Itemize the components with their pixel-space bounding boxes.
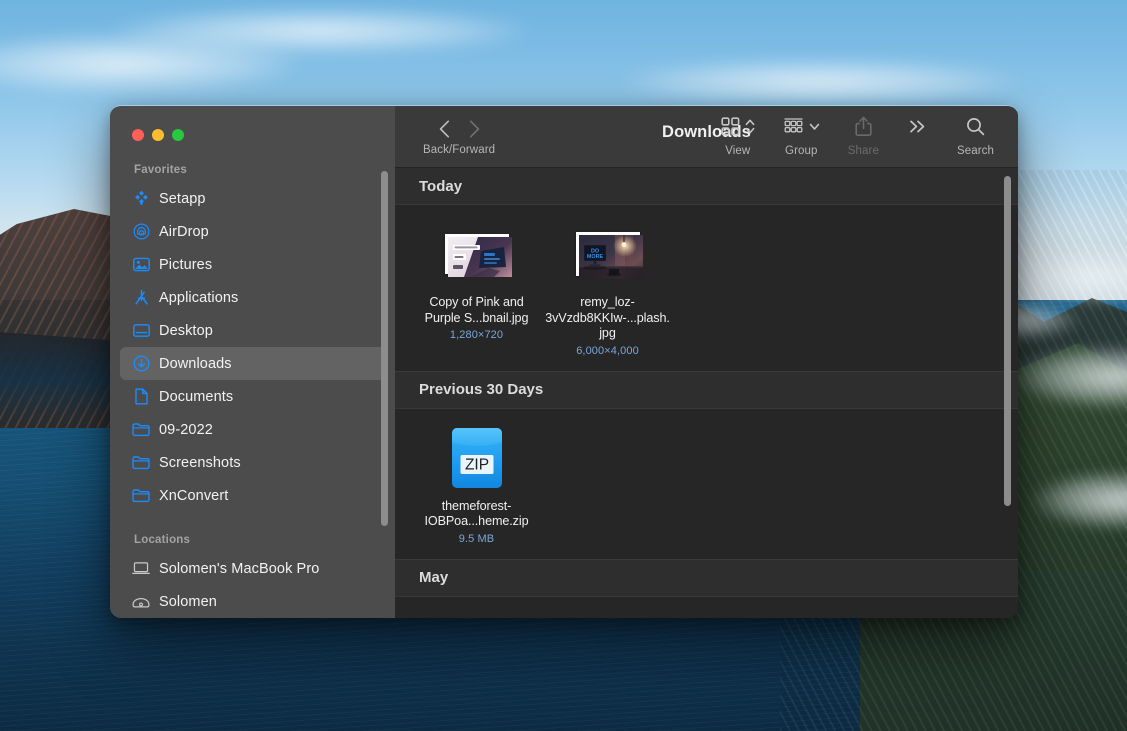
zip-icon: ZIP (451, 427, 502, 488)
file-browser-content[interactable]: Today Copy of Pink and Purple S...bnail.… (395, 168, 1018, 618)
more-toolbar-items-button[interactable] (893, 106, 943, 157)
file-thumbnail: DO MORE (575, 223, 643, 285)
sidebar-item-desktop[interactable]: Desktop (120, 314, 385, 347)
sidebar-group-title-locations: Locations (134, 534, 191, 546)
svg-text:ZIP: ZIP (464, 456, 488, 473)
sidebar-item-label: Solomen (159, 593, 217, 610)
folder-icon (132, 421, 150, 439)
svg-text:MORE: MORE (586, 254, 603, 260)
file-name: Copy of Pink and Purple S...bnail.jpg (424, 295, 529, 325)
search-icon[interactable] (966, 117, 985, 141)
content-scrollbar[interactable] (1004, 176, 1011, 506)
sidebar-item-solomen[interactable]: Solomen (120, 585, 385, 618)
file-meta: 1,280×720 (449, 329, 504, 341)
file-name: themeforest-IOBPoa...heme.zip (424, 498, 529, 529)
section-body: ZIP themeforest-IOBPoa...heme.zip 9.5 MB (395, 408, 1018, 560)
view-button-label: View (725, 145, 751, 157)
back-forward-group[interactable]: Back/Forward (423, 106, 495, 156)
applications-icon (132, 289, 150, 307)
sidebar-item-downloads[interactable]: Downloads (120, 347, 385, 380)
setapp-icon (132, 190, 150, 208)
sidebar-item-label: Desktop (159, 322, 213, 339)
sidebar-item-documents[interactable]: Documents (120, 380, 385, 413)
sidebar-scrollbar[interactable] (381, 171, 388, 526)
group-by-icon[interactable] (783, 117, 804, 141)
disk-icon (132, 593, 150, 611)
sidebar-item-label: Documents (159, 388, 234, 405)
zoom-button[interactable] (172, 129, 184, 141)
sidebar-item-label: Downloads (159, 355, 232, 372)
sidebar-item-pictures[interactable]: Pictures (120, 248, 385, 281)
chevron-down-icon[interactable] (809, 118, 820, 140)
search-button-label: Search (956, 145, 994, 157)
sidebar-list: Favorites Setapp AirDrop Pictures Applic… (110, 156, 395, 618)
share-icon[interactable] (855, 116, 872, 142)
section-body: Copy of Pink and Purple S...bnail.jpg 1,2… (395, 205, 1018, 372)
file-meta: 6,000×4,000 (576, 344, 639, 357)
document-icon (132, 388, 150, 406)
image-thumbnail (444, 234, 512, 277)
sidebar-item-label: Setapp (159, 190, 206, 207)
section-header-may: May (395, 559, 1018, 597)
folder-icon (132, 454, 150, 472)
downloads-icon (132, 355, 150, 373)
finder-toolbar: Back/Forward Downloads View Group Share … (395, 106, 1018, 168)
sidebar-group-title-favorites: Favorites (134, 164, 187, 176)
toolbar-right-buttons: View Group Share Search (707, 106, 1008, 157)
pictures-icon (132, 256, 150, 274)
chevron-left-icon[interactable] (439, 119, 450, 138)
file-meta: 9.5 MB (458, 532, 495, 545)
file-item[interactable]: ZIP themeforest-IOBPoa...heme.zip 9.5 MB (411, 427, 542, 545)
file-sections: Today Copy of Pink and Purple S...bnail.… (395, 168, 1018, 618)
sidebar-item-applications[interactable]: Applications (120, 281, 385, 314)
sidebar-group-spacer (110, 512, 395, 526)
wallpaper-cloud (110, 8, 530, 54)
sidebar-item-label: AirDrop (159, 223, 209, 240)
wallpaper-cloud (620, 60, 1020, 104)
section-header-today: Today (395, 168, 1018, 205)
desktop-icon (132, 322, 150, 340)
finder-window[interactable]: Favorites Setapp AirDrop Pictures Applic… (110, 105, 1018, 618)
chevrons-right-icon[interactable] (907, 117, 929, 141)
sidebar-item-label: Screenshots (159, 454, 241, 471)
sidebar-item-xnconvert[interactable]: XnConvert (120, 479, 385, 512)
sidebar-item-screenshots[interactable]: Screenshots (120, 446, 385, 479)
file-name: remy_loz-3vVzdb8KKIw-...plash.jpg (545, 295, 670, 340)
desktop-wallpaper: Favorites Setapp AirDrop Pictures Applic… (0, 0, 1127, 731)
sidebar-item-label: 09-2022 (159, 421, 213, 438)
group-button-label: Group (785, 145, 818, 157)
sidebar-item-airdrop[interactable]: AirDrop (120, 215, 385, 248)
chevron-updown-icon[interactable] (745, 118, 755, 140)
sidebar-item-solomen-s-macbook-pro[interactable]: Solomen's MacBook Pro (120, 552, 385, 585)
section-body (395, 596, 1018, 618)
search-button[interactable]: Search (943, 106, 1008, 157)
back-forward-label: Back/Forward (423, 144, 496, 156)
airdrop-icon (132, 223, 150, 241)
group-button[interactable]: Group (769, 106, 834, 157)
chevron-right-icon[interactable] (469, 119, 480, 138)
laptop-icon (132, 560, 150, 578)
folder-icon (132, 487, 150, 505)
minimize-button[interactable] (152, 129, 164, 141)
window-traffic-lights[interactable] (110, 106, 395, 156)
grid-view-icon[interactable] (721, 117, 740, 141)
close-button[interactable] (132, 129, 144, 141)
share-button[interactable]: Share (834, 106, 893, 157)
section-header-previous-30-days: Previous 30 Days (395, 371, 1018, 409)
sidebar-item-setapp[interactable]: Setapp (120, 182, 385, 215)
view-button[interactable]: View (707, 106, 769, 157)
sidebar-item-label: Solomen's MacBook Pro (159, 560, 320, 577)
sidebar-item-09-2022[interactable]: 09-2022 (120, 413, 385, 446)
image-thumbnail: DO MORE (575, 232, 643, 279)
finder-main-pane: Back/Forward Downloads View Group Share … (395, 106, 1018, 618)
sidebar-item-label: XnConvert (159, 487, 229, 504)
file-item[interactable]: DO MORE remy_loz-3vVzdb8KKIw-...plash.jp… (542, 223, 673, 357)
file-thumbnail (444, 223, 512, 285)
file-item[interactable]: Copy of Pink and Purple S...bnail.jpg 1,2… (411, 223, 542, 341)
sidebar-item-label: Pictures (159, 256, 213, 273)
share-button-label: Share (847, 145, 879, 157)
finder-sidebar[interactable]: Favorites Setapp AirDrop Pictures Applic… (110, 106, 395, 618)
file-thumbnail: ZIP (449, 427, 505, 489)
sidebar-item-label: Applications (159, 289, 239, 306)
